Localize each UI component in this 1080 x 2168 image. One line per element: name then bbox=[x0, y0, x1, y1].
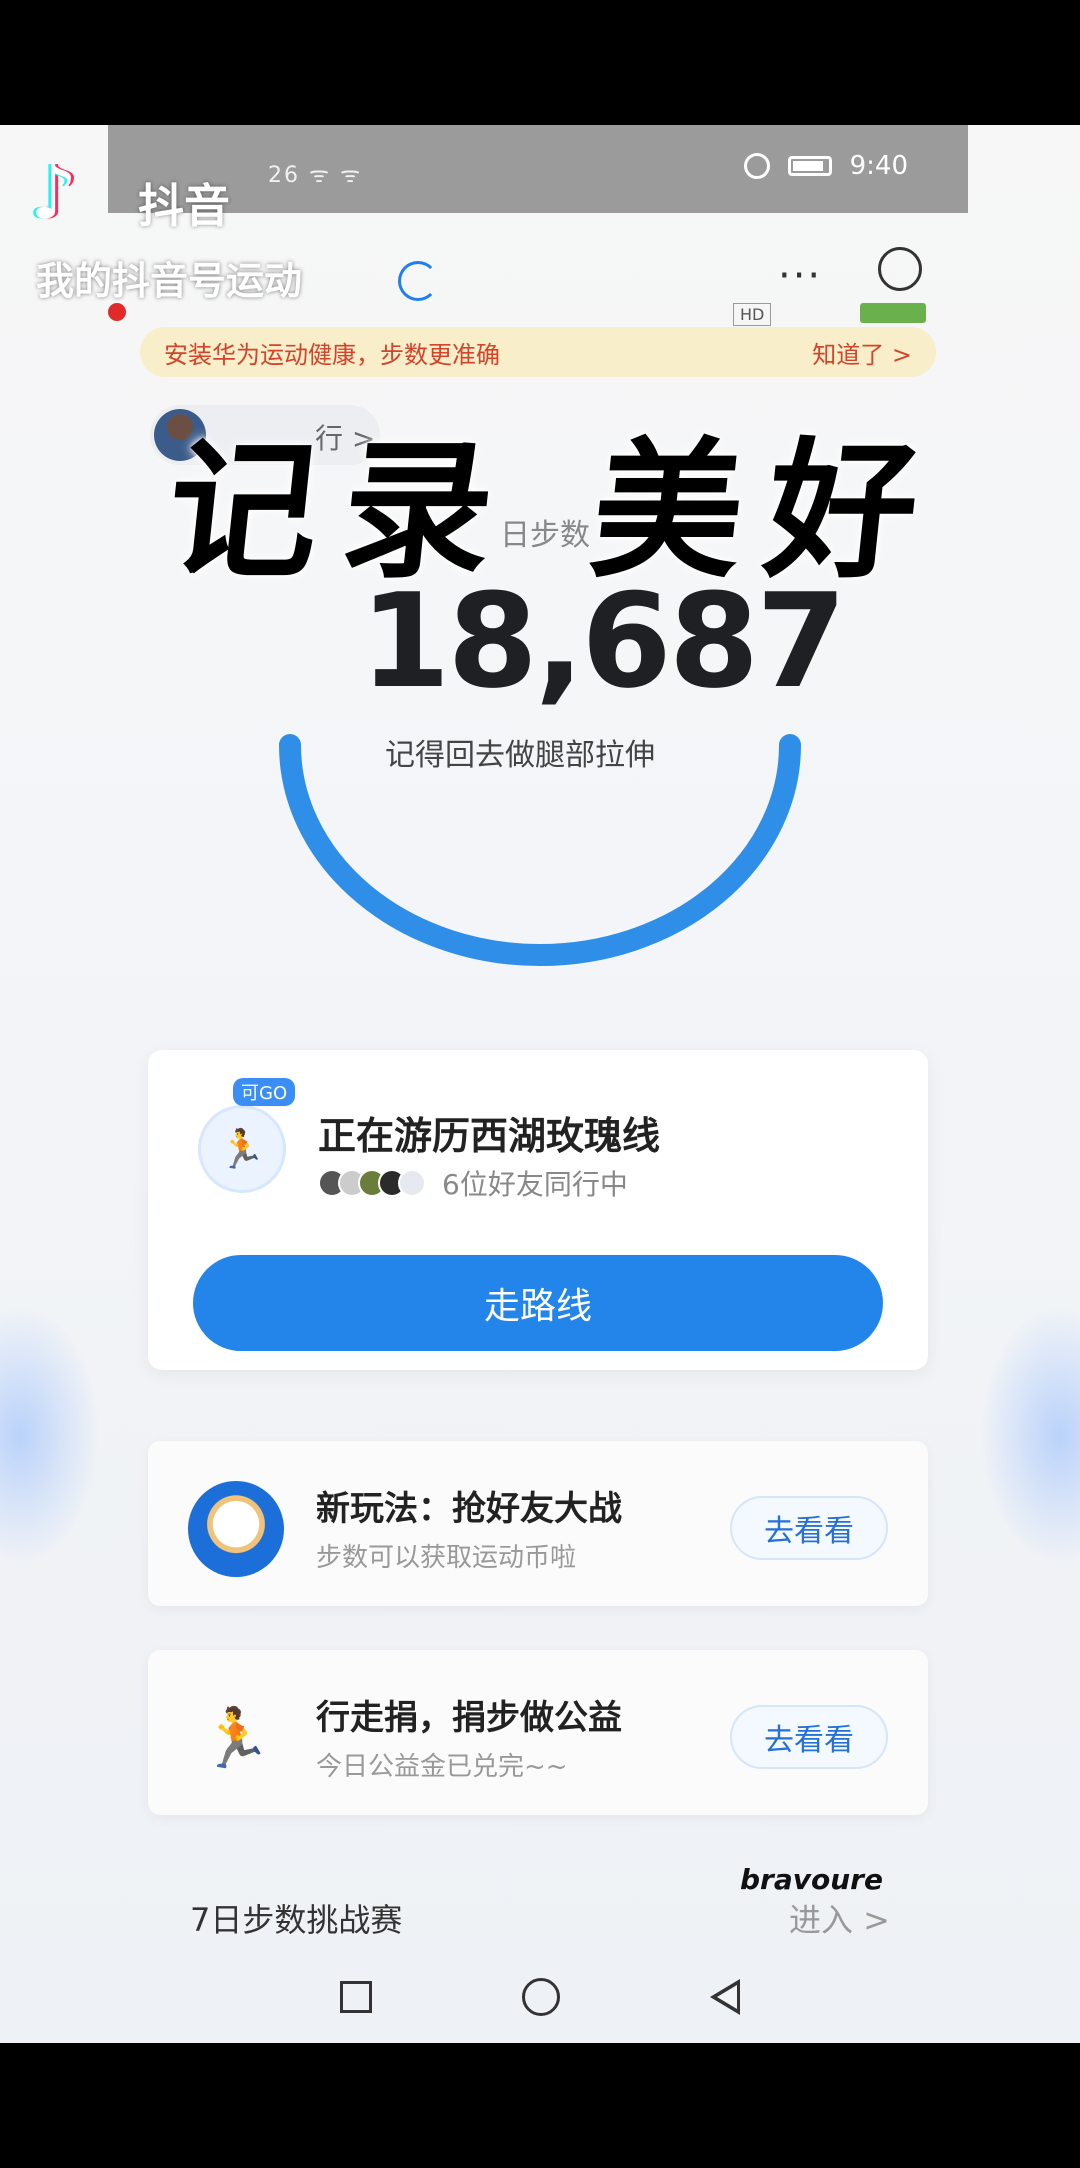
more-menu-icon[interactable]: ··· bbox=[778, 253, 822, 299]
friends-row: 6位好友同行中 bbox=[318, 1163, 628, 1203]
view-button[interactable]: 去看看 bbox=[730, 1705, 888, 1769]
runner-icon: 🏃 bbox=[198, 1105, 286, 1193]
running-man-icon: 🏃 bbox=[199, 1703, 273, 1772]
home-icon[interactable] bbox=[522, 1977, 560, 2016]
walk-route-button[interactable]: 走路线 bbox=[193, 1255, 883, 1351]
red-dot bbox=[108, 303, 126, 321]
tiktok-app-name: 抖音 bbox=[138, 179, 230, 233]
loading-icon bbox=[398, 261, 438, 301]
tiktok-account: 我的抖音号运动 bbox=[36, 259, 303, 303]
girl-avatar-icon bbox=[188, 1481, 284, 1577]
clock: 9:40 bbox=[849, 151, 908, 181]
studio-watermark: bravoure bbox=[740, 1863, 883, 1896]
system-nav-bar bbox=[0, 1950, 1080, 2043]
route-card: 🏃 可GO 正在游历西湖玫瑰线 6位好友同行中 走路线 bbox=[148, 1050, 928, 1370]
feature-title: 行走捐，捐步做公益 bbox=[316, 1698, 622, 1738]
feature-title: 新玩法：抢好友大战 bbox=[316, 1489, 622, 1529]
go-tag: 可GO bbox=[233, 1078, 296, 1106]
feature-subtitle: 步数可以获取运动币啦 bbox=[316, 1543, 577, 1573]
notice-dismiss-link[interactable]: 知道了 > bbox=[812, 335, 912, 370]
signal-indicator: 26 ᯤ ᯤ bbox=[268, 163, 363, 188]
recent-apps-icon[interactable] bbox=[340, 1980, 372, 2013]
challenge-enter-link[interactable]: 进入 > bbox=[789, 1895, 890, 1941]
phone-status-bar: 26 ᯤ ᯤ 9:40 bbox=[108, 125, 968, 213]
friends-count-text: 6位好友同行中 bbox=[442, 1168, 628, 1201]
view-button[interactable]: 去看看 bbox=[730, 1496, 888, 1560]
challenge-row[interactable]: 7日步数挑战赛 进入 > bbox=[190, 1895, 890, 1941]
notice-banner[interactable]: 安装华为运动健康，步数更准确 知道了 > bbox=[140, 327, 936, 377]
friend-avatar bbox=[398, 1169, 426, 1197]
tiktok-logo-icon: ♪ bbox=[30, 150, 78, 236]
alarm-icon bbox=[743, 153, 770, 179]
notice-text: 安装华为运动健康，步数更准确 bbox=[164, 340, 500, 369]
feature-card-donate-steps[interactable]: 🏃 行走捐，捐步做公益 今日公益金已兑完~~ 去看看 bbox=[148, 1650, 928, 1815]
feature-subtitle: 今日公益金已兑完~~ bbox=[316, 1752, 568, 1782]
friend-avatars bbox=[318, 1169, 426, 1197]
app-screen: 26 ᯤ ᯤ 9:40 ··· HD 安装华为运动健康，步数更准确 知道了 > … bbox=[0, 125, 1080, 2043]
route-title: 正在游历西湖玫瑰线 bbox=[318, 1114, 661, 1158]
back-icon[interactable] bbox=[710, 1978, 740, 2015]
battery-icon bbox=[787, 156, 832, 176]
overlay-caption: 记录 美好 bbox=[159, 423, 951, 599]
close-miniapp-icon[interactable] bbox=[878, 247, 922, 291]
network-badge bbox=[860, 303, 926, 323]
step-progress-arc bbox=[279, 734, 801, 966]
challenge-label: 7日步数挑战赛 bbox=[190, 1901, 403, 1939]
hd-badge: HD bbox=[733, 303, 772, 326]
status-right: 9:40 bbox=[743, 151, 908, 181]
feature-card-friend-battle[interactable]: 新玩法：抢好友大战 步数可以获取运动币啦 去看看 bbox=[148, 1441, 928, 1606]
